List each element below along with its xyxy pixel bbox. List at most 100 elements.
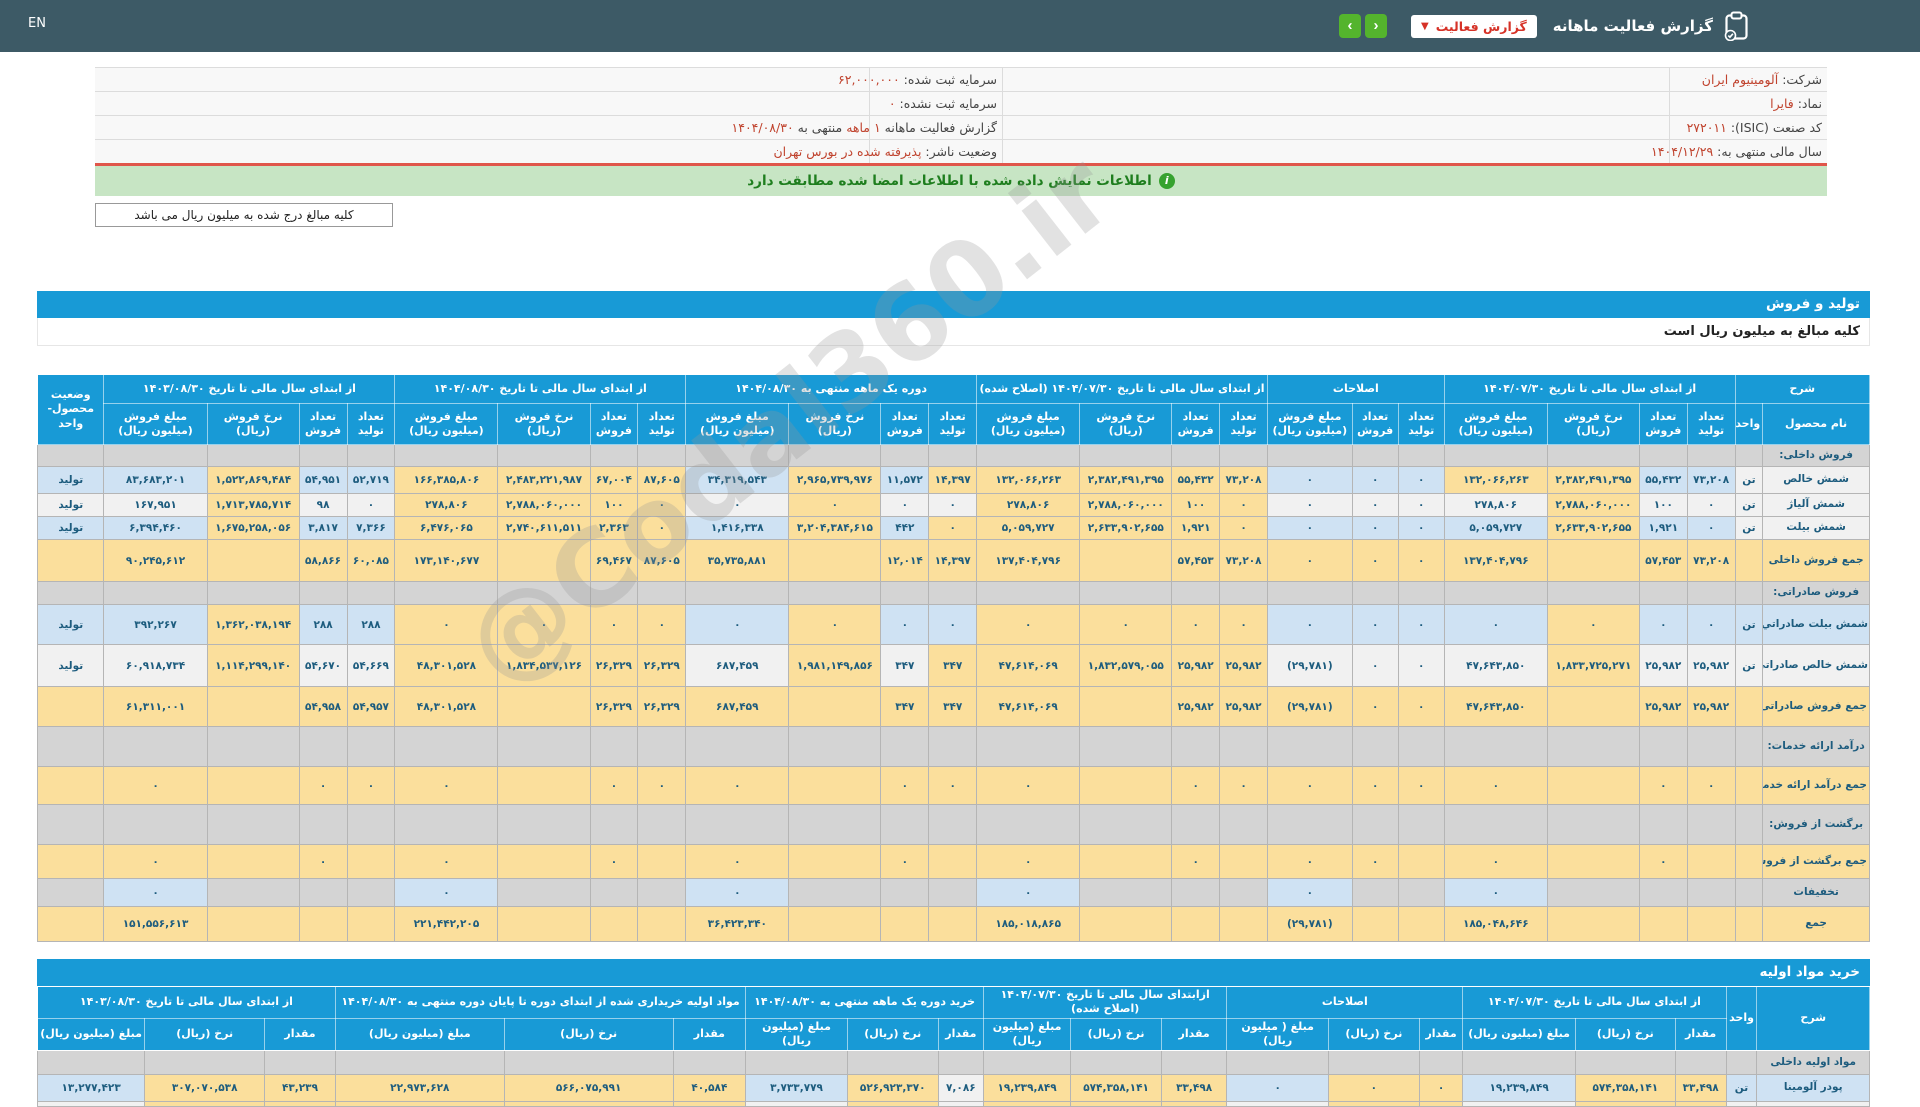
info-row: سرمایه ثبت شده: ۶۲,۰۰۰,۰۰۰ شرکت: آلومینیو…	[95, 67, 1827, 91]
table-cell	[976, 804, 1081, 845]
table-cell	[589, 878, 639, 907]
table-cell: تولید	[36, 466, 105, 494]
table-cell	[1674, 1049, 1727, 1075]
table-cell	[1734, 444, 1764, 467]
table-cell	[394, 581, 499, 605]
table-cell: ۷,۰۸۶	[937, 1073, 985, 1102]
column-header: نرخ فروش (ریال)	[788, 403, 882, 445]
table-cell	[144, 1100, 266, 1107]
info-field-left: سرمایه ثبت نشده: ۰	[869, 92, 1003, 115]
table-cell: ۰	[1351, 604, 1399, 645]
table-cell: ۰	[637, 604, 687, 645]
table-cell: (۲۹,۷۸۱)	[1266, 906, 1353, 942]
amounts-note-box[interactable]	[95, 203, 393, 227]
table-cell: ۰	[1397, 766, 1445, 805]
table-cell: ۲۲۱,۴۴۲,۲۰۵	[394, 906, 499, 942]
table-cell: ۲,۷۴۰,۶۱۱,۵۱۱	[497, 516, 591, 540]
table-cell	[928, 444, 978, 467]
column-group-header: وضعیت محصول-واحد	[36, 374, 105, 445]
row-label: جمع فروش داخلی	[1762, 539, 1870, 582]
table-cell: ۰	[1266, 466, 1353, 494]
table-cell: ۰	[1079, 604, 1173, 645]
table-cell: ۰	[1443, 604, 1548, 645]
table-cell	[1171, 581, 1221, 605]
table-cell: ۰	[589, 766, 639, 805]
table-cell: تن	[1734, 516, 1764, 540]
column-header: نرخ فروش (ریال)	[1546, 403, 1640, 445]
row-label: پودر آلومینا	[1756, 1073, 1870, 1102]
table-cell: ۰	[394, 604, 499, 645]
table-cell	[497, 726, 591, 767]
table-cell: ۰	[880, 604, 930, 645]
table-cell	[206, 581, 300, 605]
table-cell: ۸۷,۶۰۵	[637, 539, 687, 582]
table-cell: ۲,۶۳۳,۹۰۲,۶۵۵	[1079, 516, 1173, 540]
prev-report-button[interactable]: ‹	[1338, 14, 1361, 38]
table-cell: ۲۵,۹۸۲	[1638, 644, 1688, 687]
table-cell	[1734, 726, 1764, 767]
table-cell	[36, 539, 105, 582]
table-cell	[928, 844, 978, 879]
table-cell	[497, 878, 591, 907]
table-cell: تن	[1734, 644, 1764, 687]
table-cell	[36, 878, 105, 907]
table-cell	[880, 804, 930, 845]
table-cell	[1079, 766, 1173, 805]
language-toggle-en[interactable]: EN	[28, 16, 46, 31]
column-header: مبلغ (میلیون ریال)	[36, 1017, 146, 1051]
table-cell	[1443, 804, 1548, 845]
table-cell: ۹۰,۲۴۵,۶۱۲	[103, 539, 208, 582]
section-row-label: مواد اولیه داخلی	[1756, 1049, 1870, 1075]
table-cell	[1070, 1049, 1162, 1075]
table-cell	[1219, 906, 1268, 942]
table-cell: ۰	[637, 516, 687, 540]
table-cell	[346, 906, 396, 942]
table-cell: تولید	[36, 604, 105, 645]
row-label: جمع برگشت از فروش	[1762, 844, 1870, 879]
table-cell	[672, 1100, 747, 1107]
column-header: تعداد تولید	[1686, 403, 1736, 445]
table-cell	[1686, 844, 1736, 879]
table-cell	[1351, 581, 1399, 605]
table-cell: ۰	[1443, 766, 1548, 805]
table-cell	[36, 1100, 146, 1107]
table-cell: ۲,۷۸۸,۰۶۰,۰۰۰	[497, 493, 591, 517]
table-cell: ۰	[637, 493, 687, 517]
table-cell	[1397, 844, 1445, 879]
column-header: مبلغ (میلیون ریال)	[983, 1017, 1072, 1051]
table-cell	[206, 844, 300, 879]
table-cell	[1546, 539, 1640, 582]
column-header: مقدار	[672, 1017, 747, 1051]
table-cell: ۰	[685, 878, 790, 907]
column-header: نرخ (ریال)	[1070, 1017, 1162, 1051]
row-label: تخفیفات	[1762, 878, 1870, 907]
table-cell: تولید	[36, 516, 105, 540]
table-cell: ۵۷,۴۵۳	[1171, 539, 1221, 582]
table-cell: ۰	[928, 766, 978, 805]
report-type-dropdown[interactable]: ▼ گزارش فعالیت	[1410, 14, 1537, 38]
column-header: نرخ (ریال)	[503, 1017, 674, 1051]
table-cell	[1546, 906, 1640, 942]
table-cell	[1418, 1100, 1464, 1107]
column-header: مبلغ فروش (میلیون ریال)	[1266, 403, 1353, 445]
table-cell	[880, 878, 930, 907]
table-cell	[1462, 1100, 1576, 1107]
column-header: مبلغ فروش (میلیون ریال)	[976, 403, 1081, 445]
table-cell	[976, 581, 1081, 605]
row-label: شمش بیلت صادراتي	[1762, 604, 1870, 645]
table-cell	[1638, 726, 1688, 767]
next-report-button[interactable]: ›	[1364, 14, 1387, 38]
table-cell: ۰	[880, 844, 930, 879]
table-cell	[1686, 581, 1736, 605]
table-cell	[394, 444, 499, 467]
table-cell: ۱,۳۶۲,۰۳۸,۱۹۴	[206, 604, 300, 645]
column-header: تعداد فروش	[1638, 403, 1688, 445]
table-cell: ۴۸,۳۰۱,۵۲۸	[394, 686, 499, 727]
table-cell: ۱,۹۸۱,۱۴۹,۸۵۶	[788, 644, 882, 687]
table-cell: ۲۵,۹۸۲	[1171, 644, 1221, 687]
production-sales-table: شرح از ابتدای سال مالی تا تاریخ ۱۴۰۴/۰۷/۳…	[36, 374, 1871, 942]
table-cell	[394, 726, 499, 767]
table-cell: ۰	[1397, 516, 1445, 540]
table-cell	[1079, 906, 1173, 942]
table-cell	[1443, 444, 1548, 467]
